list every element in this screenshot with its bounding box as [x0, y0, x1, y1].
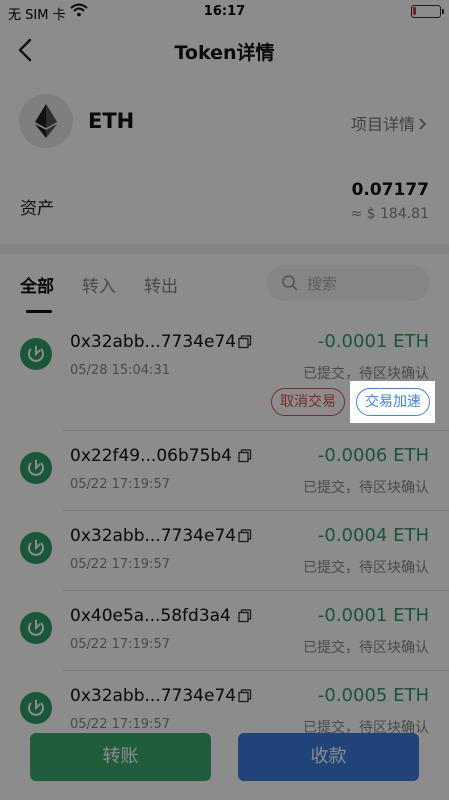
pending-icon	[20, 452, 52, 484]
tx-filter-tabs: 全部 转入 转出 搜索	[0, 262, 449, 316]
status-time: 16:17	[203, 4, 246, 19]
battery-icon	[411, 5, 444, 18]
active-tab-indicator	[26, 310, 52, 313]
tx-amount: -0.0001 ETH	[317, 331, 429, 352]
status-bar: 无 SIM 卡 16:17	[0, 0, 449, 24]
tx-amount: -0.0004 ETH	[317, 525, 429, 546]
pending-icon	[20, 612, 52, 644]
assets-label: 资产	[20, 199, 54, 219]
search-icon	[281, 274, 299, 296]
assets-row: 资产 0.07177 ≈ $ 184.81	[0, 178, 449, 238]
search-input[interactable]: 搜索	[267, 265, 430, 301]
copy-icon[interactable]	[238, 608, 252, 627]
row-divider	[62, 510, 449, 511]
transfer-button[interactable]: 转账	[30, 733, 211, 781]
copy-icon[interactable]	[238, 334, 252, 353]
tx-date: 05/28 15:04:31	[70, 363, 170, 378]
tx-hash: 0x40e5a...58fd3a4	[70, 606, 231, 626]
pending-icon	[20, 338, 52, 370]
receive-button[interactable]: 收款	[238, 733, 419, 781]
cancel-transaction-button[interactable]: 取消交易	[271, 388, 345, 416]
row-divider	[62, 590, 449, 591]
assets-amount: 0.07177	[351, 180, 429, 200]
tx-status: 已提交，待区块确认	[303, 480, 429, 496]
copy-icon[interactable]	[238, 448, 252, 467]
chevron-right-icon	[419, 115, 427, 134]
tx-status: 已提交，待区块确认	[303, 560, 429, 576]
tx-amount: -0.0005 ETH	[317, 685, 429, 706]
project-details-label: 项目详情	[350, 115, 415, 134]
pending-icon	[20, 692, 52, 724]
tx-date: 05/22 17:19:57	[70, 477, 170, 492]
ethereum-icon	[19, 94, 73, 148]
tx-hash: 0x32abb...7734e74	[70, 686, 237, 706]
nav-bar: Token详情	[0, 24, 449, 78]
copy-icon[interactable]	[238, 528, 252, 547]
tx-date: 05/22 17:19:57	[70, 557, 170, 572]
bottom-action-bar: 转账 收款	[0, 728, 449, 788]
tx-date: 05/22 17:19:57	[70, 637, 170, 652]
row-divider	[62, 430, 449, 431]
token-header: ETH 项目详情	[0, 92, 449, 152]
section-divider	[0, 244, 449, 254]
tx-amount: -0.0006 ETH	[317, 445, 429, 466]
project-details-link[interactable]: 项目详情	[351, 111, 427, 135]
speed-up-transaction-button[interactable]: 交易加速	[356, 388, 430, 416]
tab-outgoing[interactable]: 转出	[144, 272, 178, 297]
row-divider	[62, 670, 449, 671]
tx-hash: 0x22f49...06b75b4	[70, 446, 232, 466]
assets-fiat-value: ≈ $ 184.81	[350, 206, 429, 222]
tx-status: 已提交，待区块确认	[303, 640, 429, 656]
page-title: Token详情	[174, 42, 275, 64]
tx-hash: 0x32abb...7734e74	[70, 526, 237, 546]
search-placeholder: 搜索	[307, 275, 338, 293]
copy-icon[interactable]	[238, 688, 252, 707]
pending-icon	[20, 532, 52, 564]
tx-status: 已提交，待区块确认	[303, 366, 429, 382]
tx-amount: -0.0001 ETH	[317, 605, 429, 626]
tx-hash: 0x32abb...7734e74	[70, 332, 237, 352]
tab-all[interactable]: 全部	[20, 272, 54, 297]
token-symbol: ETH	[88, 109, 135, 133]
tab-incoming[interactable]: 转入	[82, 272, 116, 297]
